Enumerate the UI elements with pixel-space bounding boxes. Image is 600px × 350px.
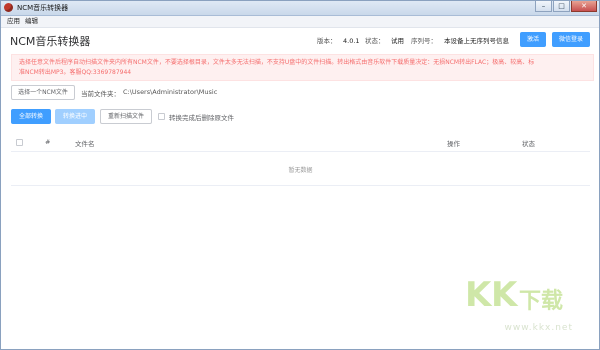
file-table: # 文件名 操作 状态 暂无数据 bbox=[11, 133, 590, 186]
action-row: 全部转换 转换进中 重新扫描文件 转换完成后删除原文件 bbox=[1, 108, 599, 126]
notice-line-2: 准NCM转出MP3。客服QQ:3369787944 bbox=[19, 69, 132, 76]
menu-item-edit[interactable]: 编辑 bbox=[25, 16, 38, 27]
table-body: 暂无数据 bbox=[11, 152, 590, 186]
converting-button: 转换进中 bbox=[55, 109, 95, 124]
window-title: NCM音乐转换器 bbox=[17, 4, 69, 12]
current-folder-label: 当前文件夹： bbox=[81, 90, 120, 98]
serial-value: 本设备上无序列号信息 bbox=[444, 37, 509, 45]
watermark-download: 下载 bbox=[519, 289, 564, 314]
delete-after-convert-label: 转换完成后删除原文件 bbox=[169, 114, 234, 122]
activate-button[interactable]: 激活 bbox=[520, 32, 546, 47]
notice-banner: 选择任意文件后程序自动扫描文件夹内所有NCM文件，不要选择根目录，文件太多无法扫… bbox=[11, 54, 594, 81]
table-header: # 文件名 操作 状态 bbox=[11, 133, 590, 152]
menu-bar: 应用 编辑 bbox=[1, 16, 599, 28]
minimize-icon[interactable]: – bbox=[535, 1, 552, 12]
empty-state-text: 暂无数据 bbox=[288, 167, 313, 174]
column-index: # bbox=[45, 138, 51, 146]
select-all-checkbox[interactable] bbox=[16, 139, 23, 146]
notice-line-1: 选择任意文件后程序自动扫描文件夹内所有NCM文件，不要选择根目录，文件太多无法扫… bbox=[19, 59, 535, 66]
convert-all-button[interactable]: 全部转换 bbox=[11, 109, 51, 124]
watermark-url: www.kkx.net bbox=[504, 323, 573, 333]
maximize-icon[interactable]: □ bbox=[553, 1, 570, 12]
rescan-files-button[interactable]: 重新扫描文件 bbox=[100, 109, 152, 124]
status-label: 状态： bbox=[365, 37, 385, 45]
close-icon[interactable]: ✕ bbox=[571, 1, 597, 12]
page-title: NCM音乐转换器 bbox=[10, 35, 91, 48]
current-folder-path: C:\Users\Administrator\Music bbox=[123, 88, 218, 96]
menu-item-app[interactable]: 应用 bbox=[7, 16, 20, 27]
select-ncm-file-button[interactable]: 选择一个NCM文件 bbox=[11, 85, 75, 100]
status-value: 试用 bbox=[391, 37, 404, 45]
version-label: 版本： bbox=[317, 37, 337, 45]
folder-row: 选择一个NCM文件 当前文件夹： C:\Users\Administrator\… bbox=[1, 83, 599, 103]
title-bar[interactable]: NCM音乐转换器 – □ ✕ bbox=[1, 1, 599, 16]
app-window: NCM音乐转换器 – □ ✕ 应用 编辑 NCM音乐转换器 版本： 4.0.1 … bbox=[0, 0, 600, 350]
version-value: 4.0.1 bbox=[343, 37, 360, 45]
column-filename: 文件名 bbox=[75, 140, 95, 148]
column-status: 状态 bbox=[522, 140, 535, 148]
app-icon bbox=[4, 3, 13, 12]
watermark-letter-2: K bbox=[491, 275, 518, 315]
watermark-letter-1: K bbox=[465, 275, 492, 315]
delete-after-convert-checkbox[interactable] bbox=[158, 113, 165, 120]
window-controls: – □ ✕ bbox=[534, 1, 597, 13]
column-operation: 操作 bbox=[447, 140, 460, 148]
kkx-watermark: K K 下载 www.kkx.net bbox=[465, 275, 585, 335]
wechat-login-button[interactable]: 微信登录 bbox=[552, 32, 590, 47]
header: NCM音乐转换器 版本： 4.0.1 状态： 试用 序列号： 本设备上无序列号信… bbox=[1, 28, 599, 54]
serial-label: 序列号： bbox=[411, 37, 437, 45]
